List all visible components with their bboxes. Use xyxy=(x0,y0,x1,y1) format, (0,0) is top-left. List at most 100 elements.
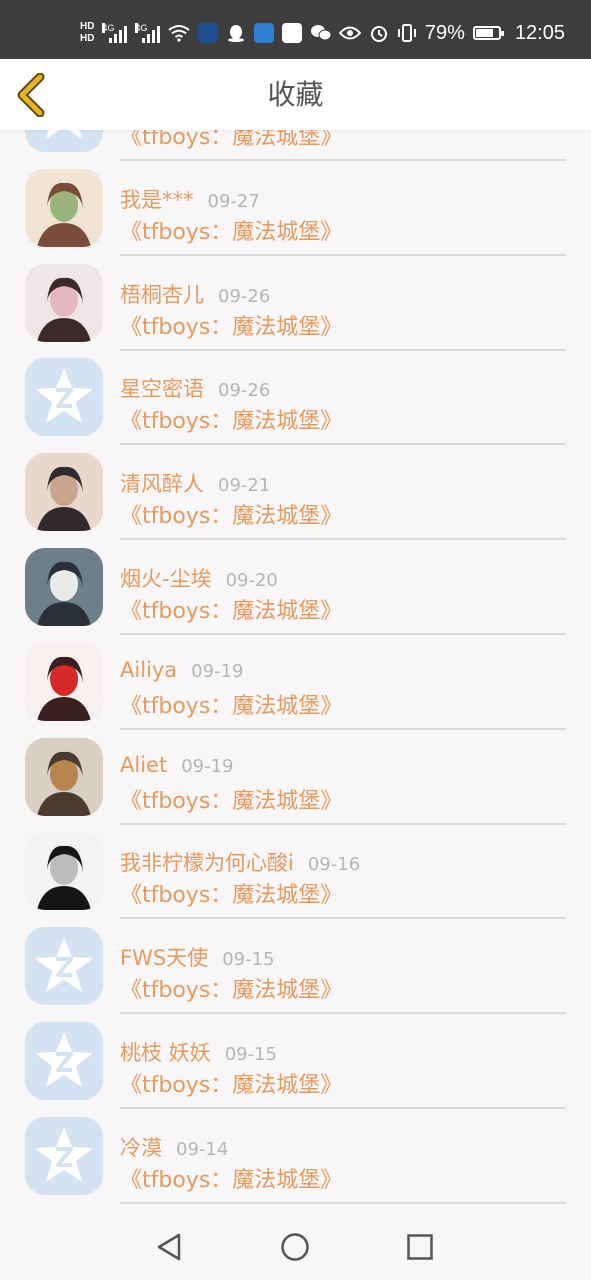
default-avatar-icon xyxy=(25,358,103,437)
signal-label: 4G xyxy=(102,23,115,33)
signal-icon: 4G xyxy=(135,23,161,43)
user-name[interactable]: 清风醉人 xyxy=(120,472,204,496)
item-meta: FWS天使 09-15 xyxy=(120,942,275,972)
square-recent-icon[interactable] xyxy=(404,1231,436,1263)
user-name[interactable]: 我非柠檬为何心酸i xyxy=(120,851,294,875)
avatar[interactable] xyxy=(25,547,103,626)
favorite-date: 09-26 xyxy=(218,285,271,307)
user-photo-icon xyxy=(25,737,103,816)
app-icon xyxy=(282,23,303,43)
default-avatar-icon xyxy=(25,1021,103,1100)
favorite-date: 09-16 xyxy=(307,854,361,876)
favorite-list-item[interactable]: 星空密语 09-26 《tfboys：魔法城堡》 xyxy=(0,343,591,446)
avatar[interactable] xyxy=(25,130,103,152)
book-title[interactable]: 《tfboys：魔法城堡》 xyxy=(120,1162,342,1194)
favorite-list-item[interactable]: Ailiya 09-19 《tfboys：魔法城堡》 xyxy=(0,628,591,730)
favorite-date: 09-19 xyxy=(181,755,234,777)
favorites-list[interactable]: 《tfboys：魔法城堡》 我是*** 09-27 《tfboys：魔法城堡》 梧桐… xyxy=(0,130,591,1213)
battery-icon xyxy=(472,26,504,40)
favorite-list-item[interactable]: 清风醉人 09-21 《tfboys：魔法城堡》 xyxy=(0,438,591,541)
favorite-list-item[interactable]: Aliet 09-19 《tfboys：魔法城堡》 xyxy=(0,723,591,825)
user-name[interactable]: Ailiya xyxy=(120,658,177,682)
avatar[interactable] xyxy=(25,263,103,342)
book-title[interactable]: 《tfboys：魔法城堡》 xyxy=(120,593,342,625)
item-meta: 桃枝 妖妖 09-15 xyxy=(120,1037,277,1067)
user-photo-icon xyxy=(25,263,103,342)
favorite-list-item[interactable]: 《tfboys：魔法城堡》 xyxy=(0,130,591,161)
favorite-list-item[interactable]: 我非柠檬为何心酸i 09-16 《tfboys：魔法城堡》 xyxy=(0,817,591,920)
user-photo-icon xyxy=(25,642,103,721)
item-meta: 我是*** 09-27 xyxy=(120,184,260,214)
row-divider xyxy=(120,1201,566,1204)
signal-icon: 4G xyxy=(102,23,128,43)
avatar[interactable] xyxy=(25,737,103,816)
user-name[interactable]: 我是*** xyxy=(120,188,194,212)
favorite-date: 09-15 xyxy=(224,1043,277,1065)
avatar[interactable] xyxy=(25,453,103,532)
user-name[interactable]: 冷漠 xyxy=(120,1136,162,1160)
avatar[interactable] xyxy=(25,642,103,721)
user-photo-icon xyxy=(25,832,103,911)
default-avatar-icon xyxy=(25,130,103,152)
avatar[interactable] xyxy=(25,927,103,1006)
favorite-date: 09-15 xyxy=(222,949,275,971)
book-title[interactable]: 《tfboys：魔法城堡》 xyxy=(120,498,342,530)
item-meta: Aliet 09-19 xyxy=(120,753,234,777)
avatar[interactable] xyxy=(25,1021,103,1100)
battery-percent: 79% xyxy=(424,21,465,44)
avatar[interactable] xyxy=(25,1116,103,1195)
status-left: HD HD 4G 4G xyxy=(80,18,332,48)
user-photo-icon xyxy=(25,168,103,247)
book-title[interactable]: 《tfboys：魔法城堡》 xyxy=(120,783,342,815)
favorite-date: 09-27 xyxy=(207,190,260,212)
eye-icon xyxy=(338,26,361,40)
page-title: 收藏 xyxy=(267,78,324,111)
favorite-date: 09-19 xyxy=(191,660,244,682)
favorite-date: 09-20 xyxy=(225,569,278,591)
book-title[interactable]: 《tfboys：魔法城堡》 xyxy=(120,1067,342,1099)
wifi-icon xyxy=(168,25,191,42)
user-name[interactable]: FWS天使 xyxy=(120,946,208,970)
book-title[interactable]: 《tfboys：魔法城堡》 xyxy=(120,972,342,1004)
user-name[interactable]: 星空密语 xyxy=(120,377,204,401)
qq-icon xyxy=(228,25,245,42)
favorite-list-item[interactable]: 烟火-尘埃 09-20 《tfboys：魔法城堡》 xyxy=(0,533,591,635)
avatar[interactable] xyxy=(25,832,103,911)
book-title[interactable]: 《tfboys：魔法城堡》 xyxy=(120,877,342,909)
title-bar: 收藏 xyxy=(0,59,591,130)
item-meta: 清风醉人 09-21 xyxy=(120,468,270,498)
user-name[interactable]: 梧桐杏儿 xyxy=(120,283,204,307)
item-meta: 烟火-尘埃 09-20 xyxy=(120,563,278,593)
favorite-list-item[interactable]: 梧桐杏儿 09-26 《tfboys：魔法城堡》 xyxy=(0,249,591,351)
favorite-date: 09-21 xyxy=(218,475,271,497)
avatar[interactable] xyxy=(25,168,103,247)
clock: 12:05 xyxy=(514,21,565,44)
book-title[interactable]: 《tfboys：魔法城堡》 xyxy=(120,688,342,720)
favorite-list-item[interactable]: 桃枝 妖妖 09-15 《tfboys：魔法城堡》 xyxy=(0,1007,591,1109)
user-name[interactable]: 桃枝 妖妖 xyxy=(120,1041,211,1065)
triangle-back-icon[interactable] xyxy=(154,1231,186,1263)
circle-home-icon[interactable] xyxy=(279,1231,311,1263)
avatar[interactable] xyxy=(25,358,103,437)
app-icon xyxy=(198,23,219,43)
default-avatar-icon xyxy=(25,1116,103,1195)
hd-label-1: HD xyxy=(80,21,95,32)
app-icon xyxy=(254,23,275,43)
favorite-date: 09-14 xyxy=(176,1138,229,1160)
item-meta: 星空密语 09-26 xyxy=(120,373,270,403)
book-title[interactable]: 《tfboys：魔法城堡》 xyxy=(120,130,342,151)
user-name[interactable]: Aliet xyxy=(120,753,167,777)
book-title[interactable]: 《tfboys：魔法城堡》 xyxy=(120,214,342,246)
user-photo-icon xyxy=(25,547,103,626)
book-title[interactable]: 《tfboys：魔法城堡》 xyxy=(120,403,342,435)
hd-label-2: HD xyxy=(80,33,95,44)
favorite-list-item[interactable]: FWS天使 09-15 《tfboys：魔法城堡》 xyxy=(0,912,591,1015)
book-title[interactable]: 《tfboys：魔法城堡》 xyxy=(120,309,342,341)
item-meta: Ailiya 09-19 xyxy=(120,658,243,682)
item-meta: 我非柠檬为何心酸i 09-16 xyxy=(120,847,360,877)
favorite-list-item[interactable]: 冷漠 09-14 《tfboys：魔法城堡》 xyxy=(0,1102,591,1204)
user-name[interactable]: 烟火-尘埃 xyxy=(120,567,212,591)
user-photo-icon xyxy=(25,453,103,532)
favorite-list-item[interactable]: 我是*** 09-27 《tfboys：魔法城堡》 xyxy=(0,154,591,256)
status-bar: HD HD 4G 4G 79% 12:05 xyxy=(0,0,591,59)
